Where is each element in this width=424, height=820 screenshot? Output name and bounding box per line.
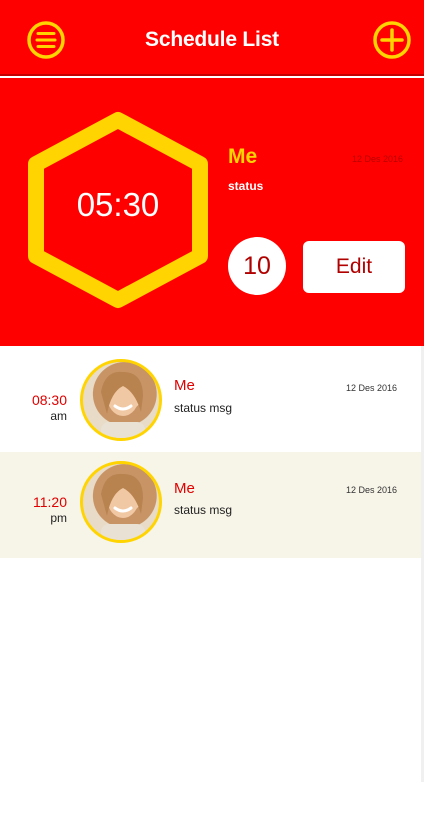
edit-button[interactable]: Edit	[303, 241, 405, 293]
item-ampm: am	[50, 409, 67, 423]
top-bar: Schedule List	[0, 0, 424, 76]
add-schedule-button[interactable]	[372, 20, 412, 60]
avatar	[80, 461, 162, 543]
item-time: 11:20	[33, 494, 67, 510]
item-name: Me	[174, 480, 195, 497]
current-name: Me	[228, 145, 258, 168]
current-date: 12 Des 2016	[352, 154, 404, 164]
item-status: status msg	[174, 503, 233, 517]
item-ampm: pm	[50, 511, 67, 525]
page-title: Schedule List	[145, 28, 279, 51]
count-badge: 10	[228, 237, 286, 295]
schedule-list-item[interactable]: 11:20 pm Me 12 Des 2016 status msg	[0, 452, 424, 558]
item-status: status msg	[174, 401, 233, 415]
person-photo-icon	[101, 473, 145, 540]
time-hexagon: 05:30	[22, 108, 214, 312]
item-name: Me	[174, 377, 195, 394]
item-date: 12 Des 2016	[346, 383, 398, 393]
add-icon	[373, 21, 411, 59]
current-time: 05:30	[76, 186, 160, 223]
current-schedule-card: 05:30 Me 12 Des 2016 status 10 Edit	[0, 78, 424, 346]
person-photo-icon	[101, 371, 145, 438]
schedule-list-item[interactable]: 08:30 am Me 12 Des 2016 status msg	[0, 346, 424, 452]
item-date: 12 Des 2016	[346, 485, 398, 495]
item-time: 08:30	[31, 392, 67, 408]
avatar	[80, 359, 162, 441]
current-status: status	[228, 179, 264, 193]
